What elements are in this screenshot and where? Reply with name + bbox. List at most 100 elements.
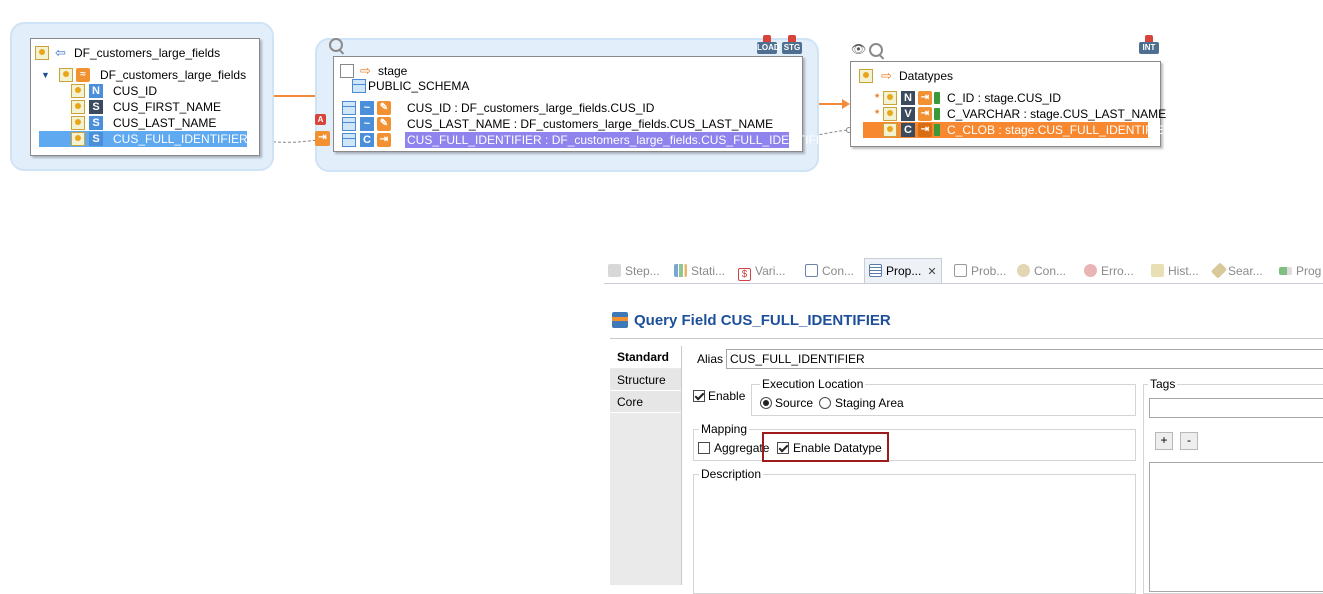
tab-steps[interactable]: Step... xyxy=(608,258,660,284)
datastore-icon xyxy=(35,46,49,60)
field-table-icon xyxy=(342,101,356,115)
variables-icon: $ xyxy=(738,268,751,281)
mandatory-star-icon: * xyxy=(875,108,880,120)
target-datastore-box[interactable]: ⇨ Datatypes * N ⇥ C_ID : stage.CUS_ID * … xyxy=(850,61,1172,147)
field-link-icon: ⇥ xyxy=(377,133,391,147)
flags-icon xyxy=(934,92,940,104)
datatype-string-icon: S xyxy=(89,116,103,130)
tab-console[interactable]: Con... xyxy=(805,258,854,284)
source-field-row[interactable]: S CUS_FIRST_NAME xyxy=(31,99,259,115)
source-title-row[interactable]: ⇦ DF_customers_large_fields xyxy=(31,45,259,61)
source-field-row[interactable]: N CUS_ID xyxy=(31,83,259,99)
tags-input[interactable] xyxy=(1149,398,1323,418)
target-field-row-selected[interactable]: C ⇥ C_CLOB : stage.CUS_FULL_IDENTIFIER xyxy=(863,122,1172,138)
source-field-row-selected[interactable]: S CUS_FULL_IDENTIFIER xyxy=(39,131,248,147)
source-model-row[interactable]: ▼ ≈ DF_customers_large_fields xyxy=(31,67,259,83)
enable-datatype-label: Enable Datatype xyxy=(793,441,882,455)
remove-tag-button[interactable]: - xyxy=(1180,432,1198,450)
back-arrow-icon: ⇦ xyxy=(55,45,66,60)
stage-field-row-selected[interactable]: C ⇥ CUS_FULL_IDENTIFIER : DF_customers_l… xyxy=(334,132,836,148)
steps-icon xyxy=(608,264,621,277)
target-title-row[interactable]: ⇨ Datatypes xyxy=(851,68,1160,84)
add-tag-button[interactable]: + xyxy=(1155,432,1173,450)
stg-badge-icon[interactable]: STG xyxy=(782,35,802,54)
diagram-canvas[interactable]: ⇦ DF_customers_large_fields ▼ ≈ DF_custo… xyxy=(0,0,1323,250)
vtab-structure[interactable]: Structure xyxy=(610,369,681,391)
staging-area-radio-label: Staging Area xyxy=(835,396,904,410)
source-datastore-box[interactable]: ⇦ DF_customers_large_fields ▼ ≈ DF_custo… xyxy=(30,38,260,156)
tabbar-divider xyxy=(604,283,1323,284)
model-type-icon: ≈ xyxy=(76,68,90,82)
tab-history[interactable]: Hist... xyxy=(1151,258,1199,284)
field-key-icon xyxy=(883,107,897,121)
tab-properties[interactable]: Prop... ✕ xyxy=(864,258,942,283)
load-badge-icon[interactable]: LOAD xyxy=(757,35,780,54)
field-link-icon: ⇥ xyxy=(918,91,932,105)
tab-statistics[interactable]: Stati... xyxy=(674,258,725,284)
close-tab-icon[interactable]: ✕ xyxy=(927,266,936,278)
enable-label: Enable xyxy=(708,389,746,403)
target-field-expression: C_ID : stage.CUS_ID xyxy=(947,91,1062,105)
aggregate-checkbox[interactable] xyxy=(698,442,710,454)
connection-icon xyxy=(1017,264,1030,277)
orange-arrow-icon: ⇨ xyxy=(360,63,371,78)
staging-area-radio[interactable] xyxy=(819,397,831,409)
wrench-icon: ✎ xyxy=(377,117,391,131)
int-badge-icon[interactable]: INT xyxy=(1139,35,1159,54)
source-radio[interactable] xyxy=(760,397,772,409)
datatype-any-icon: ~ xyxy=(360,117,374,131)
tab-search[interactable]: Sear... xyxy=(1210,258,1263,284)
enable-checkbox[interactable] xyxy=(693,390,705,402)
stage-box[interactable]: ⇨ stage PUBLIC_SCHEMA ~ ✎ CUS_ID : DF_cu… xyxy=(333,56,836,152)
problems-icon xyxy=(954,264,967,277)
enable-datatype-checkbox[interactable] xyxy=(777,442,789,454)
datatype-varchar-icon: V xyxy=(901,107,915,121)
flags-icon xyxy=(934,108,940,120)
aggregate-marker-icon[interactable]: A xyxy=(315,114,326,125)
stage-schema-row[interactable]: PUBLIC_SCHEMA xyxy=(334,78,802,94)
schema-icon xyxy=(352,79,366,93)
target-field-expression: C_VARCHAR : stage.CUS_LAST_NAME xyxy=(947,107,1167,121)
stage-field-row[interactable]: ~ ✎ CUS_ID : DF_customers_large_fields.C… xyxy=(334,100,802,116)
description-textarea[interactable] xyxy=(697,486,1131,585)
expand-triangle-icon[interactable]: ▼ xyxy=(41,67,50,83)
tab-errors[interactable]: Erro... xyxy=(1084,258,1134,284)
stage-field-row[interactable]: ~ ✎ CUS_LAST_NAME : DF_customers_large_f… xyxy=(334,116,802,132)
tab-variables[interactable]: $ Vari... xyxy=(738,258,785,284)
datatype-clob-icon: C xyxy=(901,123,915,137)
source-field-name: CUS_FULL_IDENTIFIER xyxy=(113,132,248,146)
stage-link-icon[interactable]: ⇥ xyxy=(315,131,330,146)
errors-icon xyxy=(1084,264,1097,277)
target-field-row[interactable]: * N ⇥ C_ID : stage.CUS_ID xyxy=(851,90,1160,106)
datatype-number-icon: N xyxy=(901,91,915,105)
progress-icon xyxy=(1279,267,1292,275)
execution-location-label: Execution Location xyxy=(760,377,866,391)
stage-title: stage xyxy=(378,64,408,78)
field-key-icon xyxy=(71,116,85,130)
tab-connection[interactable]: Con... xyxy=(1017,258,1066,284)
field-table-icon xyxy=(342,133,356,147)
target-field-row[interactable]: * V ⇥ C_VARCHAR : stage.CUS_LAST_NAME xyxy=(851,106,1166,122)
search-icon[interactable] xyxy=(869,43,883,57)
field-key-icon xyxy=(883,123,897,137)
target-field-expression: C_CLOB : stage.CUS_FULL_IDENTIFIER xyxy=(947,123,1173,137)
vtab-core[interactable]: Core xyxy=(610,391,681,413)
tab-progress[interactable]: Prog xyxy=(1279,258,1321,284)
datatype-any-icon: ~ xyxy=(360,101,374,115)
target-title: Datatypes xyxy=(899,69,954,83)
title-divider xyxy=(610,338,1323,339)
tags-list[interactable] xyxy=(1149,462,1323,592)
model-icon xyxy=(59,68,73,82)
search-icon[interactable] xyxy=(329,38,343,52)
field-key-icon xyxy=(883,91,897,105)
vtab-standard[interactable]: Standard xyxy=(610,346,681,368)
source-field-name: CUS_LAST_NAME xyxy=(113,116,217,130)
datatype-string-icon: S xyxy=(89,100,103,114)
eye-icon[interactable]: 👁 xyxy=(851,42,866,56)
tab-problems[interactable]: Prob... xyxy=(954,258,1006,284)
source-field-row[interactable]: S CUS_LAST_NAME xyxy=(31,115,259,131)
view-tab-bar: Step... Stati... $ Vari... Con... Prop...… xyxy=(604,258,1323,284)
query-field-icon xyxy=(612,312,628,328)
alias-input[interactable] xyxy=(726,349,1323,369)
stage-title-row[interactable]: ⇨ stage xyxy=(334,63,802,79)
